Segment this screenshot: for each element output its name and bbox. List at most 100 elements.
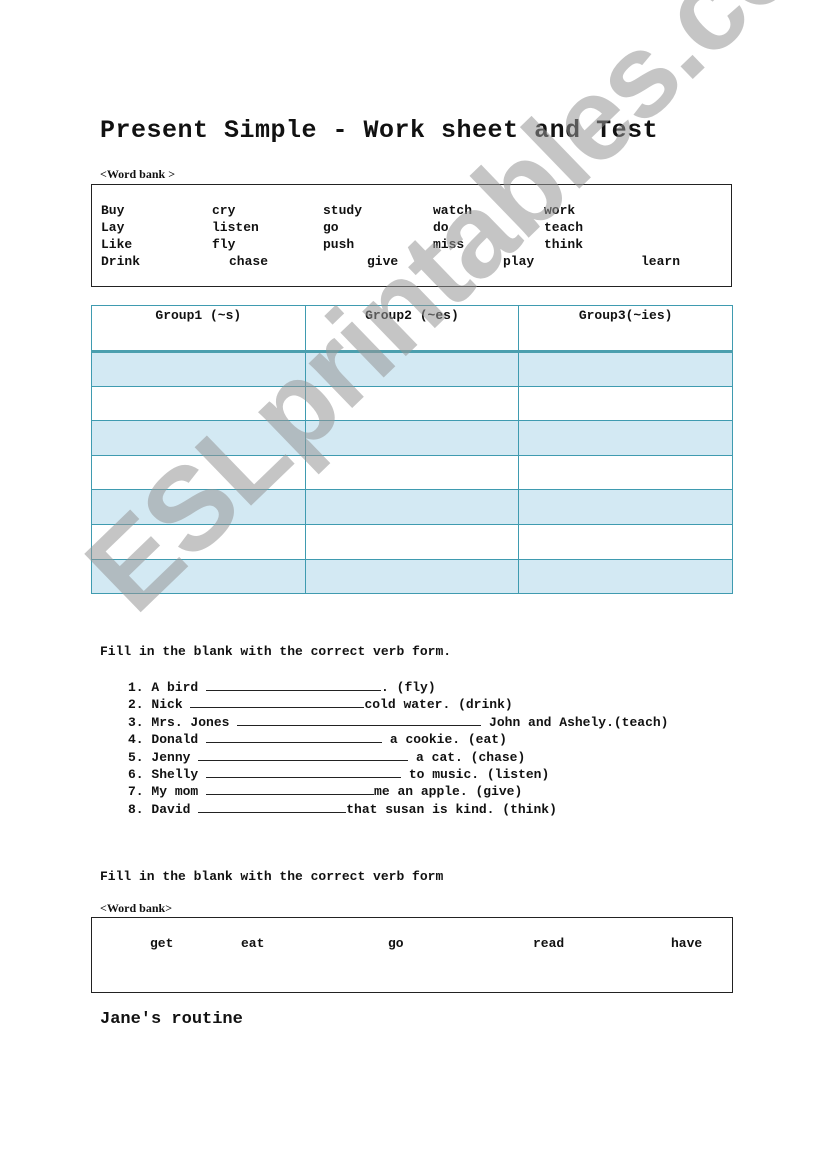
answer-cell[interactable] <box>304 558 520 595</box>
answer-cell[interactable] <box>304 454 520 491</box>
sentence-item: 8. David that susan is kind. (think) <box>128 800 668 817</box>
item-number: 3. <box>128 714 144 730</box>
item-number: 2. <box>128 697 144 713</box>
word-bank-word: watch <box>433 203 473 218</box>
word-bank-word: get <box>150 936 174 951</box>
answer-blank[interactable] <box>206 730 383 744</box>
answer-blank[interactable] <box>190 695 365 709</box>
answer-blank[interactable] <box>198 748 409 761</box>
word-bank-word: Lay <box>101 220 125 235</box>
sentence-item: 3. Mrs. Jones John and Ashely.(teach) <box>128 713 668 730</box>
sentence-item: 1. A bird . (fly) <box>128 678 668 695</box>
sentence-start: Mrs. Jones <box>151 714 230 730</box>
word-bank-label: <Word bank > <box>100 167 176 181</box>
sentence-start: Donald <box>151 732 199 748</box>
sentence-start: Jenny <box>151 749 191 765</box>
word-bank-word: work <box>544 203 576 218</box>
word-bank-word: do <box>433 220 449 235</box>
sentence-item: 6. Shelly to music. (listen) <box>128 765 668 782</box>
answer-cell[interactable] <box>518 420 733 456</box>
sentence-end: John and Ashely.(teach) <box>481 714 669 730</box>
page-title: Present Simple - Work sheet and Test <box>100 116 659 145</box>
word-bank-2-label: <Word bank> <box>100 901 173 915</box>
group3-header: Group3(~ies) <box>518 305 733 353</box>
word-bank-2-box: get eat go read have <box>91 917 733 993</box>
routine-heading: Jane's routine <box>100 1010 243 1029</box>
answer-cell[interactable] <box>518 385 733 422</box>
answer-cell[interactable] <box>91 385 306 422</box>
sentence-end: cold water. (drink) <box>364 697 513 713</box>
answer-cell[interactable] <box>518 489 733 525</box>
answer-cell[interactable] <box>91 420 306 456</box>
word-bank-word: give <box>367 254 399 269</box>
item-number: 1. <box>128 680 144 695</box>
answer-cell[interactable] <box>304 351 520 387</box>
answer-cell[interactable] <box>91 489 306 525</box>
word-bank-word: eat <box>241 936 265 951</box>
answer-cell[interactable] <box>304 523 520 560</box>
word-bank-word: push <box>323 237 355 252</box>
word-bank-word: think <box>544 237 584 252</box>
sentence-start: My mom <box>151 784 199 800</box>
answer-blank[interactable] <box>206 782 375 796</box>
exercise-1-list: 1. A bird . (fly) 2. Nick cold water. (d… <box>128 678 668 817</box>
answer-blank[interactable] <box>198 800 347 813</box>
word-bank-word: go <box>323 220 339 235</box>
answer-cell[interactable] <box>91 351 306 387</box>
item-number: 4. <box>128 732 144 748</box>
sentence-start: David <box>151 801 191 817</box>
answer-cell[interactable] <box>304 385 520 422</box>
item-number: 8. <box>128 801 144 817</box>
word-bank-word: Buy <box>101 203 125 218</box>
group1-header: Group1 (~s) <box>91 305 306 353</box>
word-bank-word: learn <box>641 254 681 269</box>
sentence-item: 7. My mom me an apple. (give) <box>128 782 668 799</box>
answer-blank[interactable] <box>237 713 482 726</box>
word-bank-word: cry <box>212 203 236 218</box>
sentence-start: A bird <box>151 680 199 695</box>
word-bank-word: Like <box>101 237 133 252</box>
table-row <box>91 523 733 560</box>
answer-blank[interactable] <box>206 678 382 691</box>
word-bank-word: Drink <box>101 254 141 269</box>
answer-cell[interactable] <box>518 454 733 491</box>
answer-cell[interactable] <box>304 420 520 456</box>
word-bank-word: listen <box>212 220 259 235</box>
sentence-end: me an apple. (give) <box>374 784 523 800</box>
sentence-item: 5. Jenny a cat. (chase) <box>128 748 668 765</box>
word-bank-word: study <box>323 203 363 218</box>
exercise-2-instruction: Fill in the blank with the correct verb … <box>100 869 444 884</box>
table-row <box>91 558 733 595</box>
answer-blank[interactable] <box>206 765 402 778</box>
table-row <box>91 385 733 422</box>
answer-cell[interactable] <box>91 454 306 491</box>
word-bank-word: miss <box>433 237 465 252</box>
table-row <box>91 351 733 387</box>
sentence-start: Nick <box>151 697 183 713</box>
word-bank-word: fly <box>212 237 236 252</box>
answer-cell[interactable] <box>518 351 733 387</box>
sentence-end: . (fly) <box>381 680 436 695</box>
answer-cell[interactable] <box>518 523 733 560</box>
sentence-end: that susan is kind. (think) <box>346 801 557 817</box>
exercise-1-instruction: Fill in the blank with the correct verb … <box>100 644 452 659</box>
item-number: 6. <box>128 766 144 782</box>
sentence-end: a cat. (chase) <box>408 749 526 765</box>
answer-cell[interactable] <box>91 523 306 560</box>
word-bank-word: have <box>671 936 703 951</box>
answer-cell[interactable] <box>91 558 306 595</box>
word-bank-word: play <box>503 254 535 269</box>
table-row <box>91 420 733 456</box>
item-number: 7. <box>128 784 144 800</box>
sentence-end: a cookie. (eat) <box>382 732 507 748</box>
answer-cell[interactable] <box>518 558 733 595</box>
word-bank-word: chase <box>229 254 269 269</box>
word-bank-word: teach <box>544 220 584 235</box>
item-number: 5. <box>128 749 144 765</box>
answer-cell[interactable] <box>304 489 520 525</box>
word-bank-word: go <box>388 936 404 951</box>
verb-group-table: Group1 (~s) Group2 (~es) Group3(~ies) <box>91 305 733 595</box>
sentence-item: 4. Donald a cookie. (eat) <box>128 730 668 747</box>
table-row <box>91 489 733 525</box>
word-bank-word: read <box>533 936 565 951</box>
